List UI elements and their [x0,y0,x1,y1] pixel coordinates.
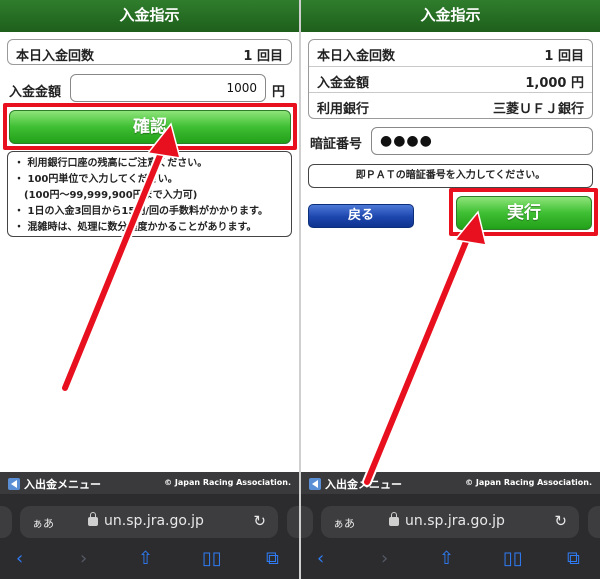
share-icon[interactable]: ⇧ [138,548,153,569]
reload-icon[interactable]: ↻ [253,512,266,530]
count-label: 本日入金回数 [16,49,95,64]
share-icon[interactable]: ⇧ [439,548,454,569]
pin-label: 暗証番号 [310,137,363,152]
lock-icon [389,512,399,526]
count-row: 本日入金回数 1 回目 [7,39,292,65]
copyright: © Japan Racing Association. [164,478,291,487]
url-text: un.sp.jra.go.jp [104,513,204,529]
amount-unit: 円 [272,85,286,100]
forward-icon[interactable]: › [80,548,87,569]
pin-input[interactable]: ●●●● [371,127,593,155]
count-value: 1 回目 [243,49,283,64]
note-4: ・ 1日の入金3回目から15円/回の手数料がかかります。 [14,206,268,217]
reader-aa-button[interactable]: ぁあ [333,515,355,531]
notes-box: ・ 利用銀行口座の残高にご注意ください。 ・ 100円単位で入力してください。 … [7,151,292,237]
note-3: (100円〜99,999,900円まで入力可) [14,190,198,201]
address-bar[interactable]: ぁあ un.sp.jra.go.jp ↻ [321,506,579,538]
browser-chrome: ぁあ un.sp.jra.go.jp ↻ ‹ › ⇧ ▯▯ ⧉ [301,494,600,579]
tabs-icon[interactable]: ⧉ [567,548,580,569]
copyright: © Japan Racing Association. [465,478,592,487]
deposit-menu-link[interactable]: 入出金メニュー [309,476,402,492]
reload-icon[interactable]: ↻ [554,512,567,530]
summary-row-count: 本日入金回数 1 回目 [317,49,584,64]
back-icon[interactable]: ‹ [16,548,23,569]
address-bar[interactable]: ぁあ un.sp.jra.go.jp ↻ [20,506,278,538]
page-title: 入金指示 [0,0,299,32]
left-screen: 入金指示 本日入金回数 1 回目 入金金額 円 確認 ・ 利用銀行口座の残高にご… [0,0,299,579]
back-button[interactable]: 戻る [308,204,414,228]
browser-chrome: ぁあ un.sp.jra.go.jp ↻ ‹ › ⇧ ▯▯ ⧉ [0,494,299,579]
right-screen: 入金指示 本日入金回数 1 回目 入金金額 1,000 円 利用銀行 三菱ＵＦＪ… [301,0,600,579]
execute-highlight [449,188,598,236]
back-triangle-icon [309,478,321,490]
reader-aa-button[interactable]: ぁあ [32,515,54,531]
note-2: ・ 100円単位で入力してください。 [14,174,178,185]
tabs-icon[interactable]: ⧉ [266,548,279,569]
bookmarks-icon[interactable]: ▯▯ [202,548,222,569]
deposit-menu-link[interactable]: 入出金メニュー [8,476,101,492]
back-icon[interactable]: ‹ [317,548,324,569]
summary-table: 本日入金回数 1 回目 入金金額 1,000 円 利用銀行 三菱ＵＦＪ銀行 [308,39,593,119]
bookmarks-icon[interactable]: ▯▯ [503,548,523,569]
footer-bar: 入出金メニュー © Japan Racing Association. [301,472,600,494]
confirm-highlight [3,103,297,150]
footer-bar: 入出金メニュー © Japan Racing Association. [0,472,299,494]
summary-row-amount: 入金金額 1,000 円 [309,66,592,92]
pin-instruction: 即ＰＡＴの暗証番号を入力してください。 [308,164,593,188]
amount-input[interactable] [70,74,266,102]
note-5: ・ 混雑時は、処理に数分程度かかることがあります。 [14,222,257,233]
url-text: un.sp.jra.go.jp [405,513,505,529]
summary-row-bank: 利用銀行 三菱ＵＦＪ銀行 [309,92,592,118]
lock-icon [88,512,98,526]
forward-icon[interactable]: › [381,548,388,569]
amount-label: 入金金額 [9,85,62,100]
page-title: 入金指示 [301,0,600,32]
note-1: ・ 利用銀行口座の残高にご注意ください。 [14,158,208,169]
back-triangle-icon [8,478,20,490]
